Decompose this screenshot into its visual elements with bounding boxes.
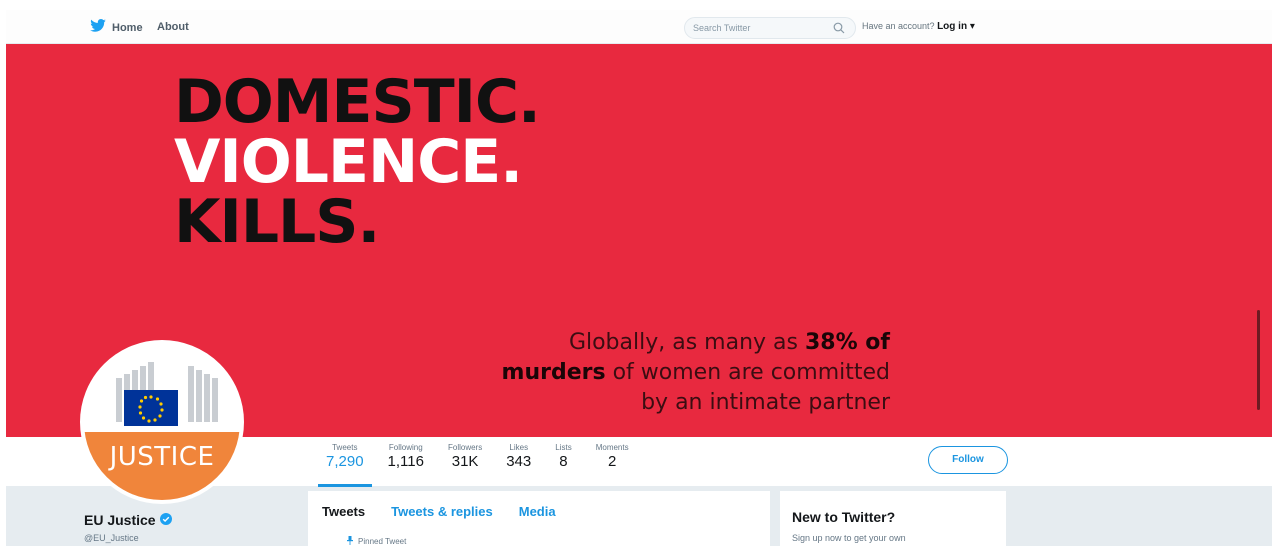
tab-media[interactable]: Media [519,504,556,519]
twitter-bird-icon [90,19,106,37]
tab-tweets-and-replies[interactable]: Tweets & replies [391,504,493,519]
stat-text-1: Globally, as many as [568,330,805,355]
stat-bold-2: murders [501,360,606,385]
banner-headline: DOMESTIC. VIOLENCE. KILLS. [174,67,541,257]
profile-avatar[interactable]: JUSTICE [80,340,244,504]
search-input[interactable] [693,21,823,35]
nav-home-label: Home [112,22,143,34]
search-icon[interactable] [833,21,845,39]
headline-line-1: DOMESTIC. [174,67,541,137]
headline-line-3: KILLS. [174,187,380,257]
stat-value: 31K [451,453,479,470]
profile-name-text: EU Justice [84,512,156,528]
avatar-justice-text: JUSTICE [109,442,215,472]
pin-icon [346,536,354,546]
profile-handle[interactable]: @EU_Justice [84,533,139,543]
new-to-twitter-heading: New to Twitter? [792,509,896,525]
stat-text-3: by an intimate partner [641,390,890,415]
banner-scrollbar[interactable] [1257,310,1260,410]
stat-bold-1: 38% of [804,330,890,355]
search-box [684,17,856,39]
pinned-tweet-label: Pinned Tweet [346,536,406,546]
nav-about-link[interactable]: About [157,21,189,33]
stat-label: Moments [595,443,629,452]
follow-button[interactable]: Follow [928,446,1008,474]
tab-tweets[interactable]: Tweets [322,504,365,519]
stat-followers[interactable]: Followers 31K [436,443,494,481]
stat-label: Followers [447,443,483,452]
stat-moments[interactable]: Moments 2 [584,443,641,481]
headline-line-2: VIOLENCE. [174,127,523,197]
stat-label: Lists [555,443,572,452]
stat-text-2: of women are committed [605,360,890,385]
eu-building-logo-icon [116,362,218,426]
profile-name: EU Justice [84,512,172,528]
stat-tweets[interactable]: Tweets 7,290 [314,443,376,487]
stat-value: 1,116 [387,453,424,470]
stat-value: 2 [607,453,617,470]
stat-value: 7,290 [326,453,364,470]
signup-text[interactable]: Sign up now to get your own [792,533,906,543]
top-nav-bar: Home About Have an account? Log in ▾ [6,10,1272,44]
new-to-twitter-panel: New to Twitter? Sign up now to get your … [780,491,1006,546]
stat-lists[interactable]: Lists 8 [543,443,583,481]
account-prompt: Have an account? [862,21,935,31]
stat-label: Tweets [332,443,358,452]
stat-value: 343 [506,453,532,470]
nav-home-link[interactable]: Home [90,19,143,37]
stat-label: Following [388,443,423,452]
timeline-tabs: Tweets Tweets & replies Media [322,504,556,519]
stat-value: 8 [559,453,568,470]
profile-stats: Tweets 7,290 Following 1,116 Followers 3… [314,443,641,487]
timeline-panel: Tweets Tweets & replies Media Pinned Twe… [308,491,770,546]
login-button[interactable]: Log in ▾ [937,21,975,32]
verified-badge-icon [159,512,172,528]
login-area: Have an account? Log in ▾ [862,21,975,32]
banner-statistic: Globally, as many as 38% of murders of w… [502,328,890,418]
stat-likes[interactable]: Likes 343 [494,443,543,481]
stat-following[interactable]: Following 1,116 [376,443,436,481]
stat-label: Likes [509,443,529,452]
twitter-profile-page: Home About Have an account? Log in ▾ DOM… [0,0,1274,546]
pinned-tweet-text: Pinned Tweet [358,537,407,546]
